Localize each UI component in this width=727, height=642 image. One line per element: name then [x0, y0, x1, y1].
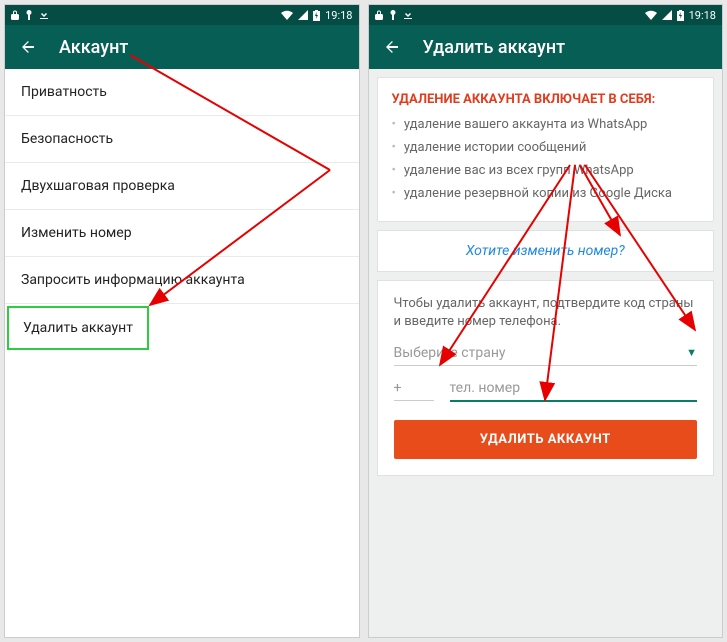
list-item-changenumber[interactable]: Изменить номер	[5, 210, 359, 257]
download-icon	[39, 10, 49, 20]
settings-list: Приватность Безопасность Двухшаговая про…	[5, 69, 359, 637]
warning-card: УДАЛЕНИЕ АККАУНТА ВКЛЮЧАЕТ В СЕБЯ: •удал…	[377, 77, 715, 222]
list-item-privacy[interactable]: Приватность	[5, 69, 359, 116]
lock-icon	[11, 10, 19, 20]
battery-icon	[677, 10, 684, 21]
warning-title: УДАЛЕНИЕ АККАУНТА ВКЛЮЧАЕТ В СЕБЯ:	[392, 92, 700, 107]
list-item-security[interactable]: Безопасность	[5, 116, 359, 163]
bullet-item: •удаление резервной копии из Google Диск…	[392, 186, 700, 203]
delete-account-button[interactable]: УДАЛИТЬ АККАУНТ	[394, 420, 698, 459]
key-icon	[389, 10, 397, 20]
back-icon[interactable]	[19, 38, 37, 56]
page-title: Аккаунт	[59, 37, 128, 58]
key-icon	[25, 10, 33, 20]
wifi-icon	[645, 10, 657, 20]
page-title: Удалить аккаунт	[423, 37, 566, 58]
status-time: 19:18	[325, 9, 352, 22]
download-icon	[403, 10, 413, 20]
statusbar: 19:18	[369, 5, 723, 25]
delete-form: Чтобы удалить аккаунт, подтвердите код с…	[377, 280, 715, 476]
phone-number-input[interactable]: тел. номер	[450, 380, 698, 402]
lock-icon	[375, 10, 383, 20]
chevron-down-icon: ▼	[686, 346, 697, 359]
bullet-item: •удаление вас из всех групп WhatsApp	[392, 163, 700, 180]
change-number-link[interactable]: Хотите изменить номер?	[377, 230, 715, 272]
signal-icon	[662, 10, 672, 20]
bullet-item: •удаление вашего аккаунта из WhatsApp	[392, 117, 700, 134]
list-item-requestinfo[interactable]: Запросить информацию аккаунта	[5, 257, 359, 304]
back-icon[interactable]	[383, 38, 401, 56]
statusbar: 19:18	[5, 5, 359, 25]
form-instruction: Чтобы удалить аккаунт, подтвердите код с…	[394, 295, 698, 331]
wifi-icon	[281, 10, 293, 20]
country-placeholder: Выберите страну	[394, 345, 506, 361]
phone-screen-account: 19:18 Аккаунт Приватность Безопасность Д…	[4, 4, 360, 638]
country-code-input[interactable]: +	[394, 380, 434, 401]
country-select[interactable]: Выберите страну ▼	[394, 345, 698, 366]
list-item-twostep[interactable]: Двухшаговая проверка	[5, 163, 359, 210]
toolbar: Аккаунт	[5, 25, 359, 69]
battery-icon	[313, 10, 320, 21]
phone-screen-delete: 19:18 Удалить аккаунт УДАЛЕНИЕ АККАУНТА …	[368, 4, 724, 638]
toolbar: Удалить аккаунт	[369, 25, 723, 69]
phone-input-row: + тел. номер	[394, 380, 698, 402]
delete-body: УДАЛЕНИЕ АККАУНТА ВКЛЮЧАЕТ В СЕБЯ: •удал…	[369, 69, 723, 637]
list-item-deleteaccount[interactable]: Удалить аккаунт	[7, 306, 149, 350]
bullet-item: •удаление истории сообщений	[392, 140, 700, 157]
signal-icon	[298, 10, 308, 20]
status-time: 19:18	[689, 9, 716, 22]
